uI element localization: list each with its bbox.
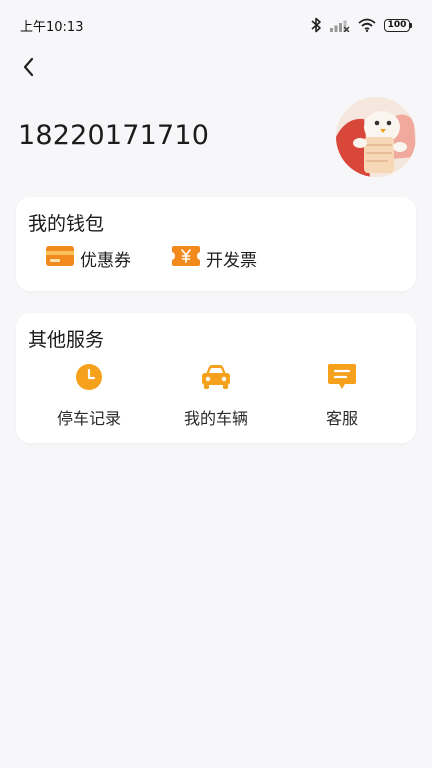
coupon-card-icon: [46, 245, 74, 271]
parking-records-button[interactable]: 停车记录: [34, 363, 144, 429]
coupon-label: 优惠券: [80, 250, 131, 271]
invoice-button[interactable]: 开发票: [172, 245, 257, 271]
wallet-title: 我的钱包: [28, 213, 105, 235]
battery-level: 100: [384, 18, 410, 32]
signal-icon: [330, 18, 350, 32]
parking-records-label: 停车记录: [56, 409, 121, 428]
services-title: 其他服务: [28, 329, 105, 351]
avatar-image: [336, 97, 416, 177]
phone-number: 18220171710: [18, 120, 210, 151]
status-icons: 100: [310, 17, 412, 33]
status-time: 上午10:13: [20, 19, 84, 35]
my-vehicles-button[interactable]: 我的车辆: [161, 363, 271, 429]
invoice-label: 开发票: [206, 250, 257, 271]
chevron-left-icon: [23, 57, 34, 77]
avatar[interactable]: [336, 97, 416, 177]
coupon-button[interactable]: 优惠券: [46, 245, 131, 271]
my-vehicles-label: 我的车辆: [183, 409, 248, 428]
wallet-card: 我的钱包 优惠券 开发票: [16, 197, 416, 291]
battery-icon: 100: [384, 18, 412, 32]
message-icon: [327, 363, 357, 395]
services-card: 其他服务 停车记录 我的车辆 客服: [16, 313, 416, 443]
clock-icon: [75, 363, 103, 395]
wifi-icon: [358, 18, 376, 32]
status-bar: 上午10:13 100: [0, 0, 432, 50]
customer-service-button[interactable]: 客服: [287, 363, 397, 429]
invoice-ticket-icon: [172, 245, 200, 271]
back-button[interactable]: [14, 52, 44, 82]
car-icon: [200, 363, 232, 395]
customer-service-label: 客服: [325, 409, 358, 428]
account-page: 上午10:13 100 18220171710 我的钱包 优惠券 开发票 其他服…: [0, 0, 432, 768]
bluetooth-icon: [310, 17, 322, 33]
